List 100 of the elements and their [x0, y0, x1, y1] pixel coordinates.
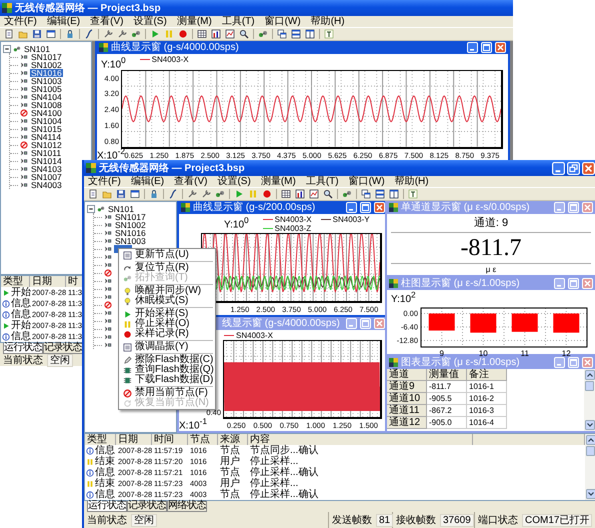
network-icon[interactable] [215, 189, 225, 199]
wrench-icon[interactable] [187, 189, 197, 199]
tree-item[interactable]: SN101 [107, 205, 135, 213]
tree-item[interactable]: SN4104 [30, 93, 63, 101]
menu-item[interactable]: 微调晶振(Y) [135, 342, 188, 352]
tree-item[interactable]: SN1012 [30, 141, 63, 149]
minimize-button[interactable] [467, 42, 478, 53]
collapse-icon[interactable] [87, 205, 95, 213]
collapse-icon[interactable] [3, 45, 11, 53]
menu-item[interactable]: 设置(S) [133, 16, 167, 27]
scroll-down-button[interactable] [586, 489, 595, 499]
tree-item[interactable]: SN1002 [114, 221, 147, 229]
menu-item[interactable]: 设置(S) [217, 176, 251, 187]
record-icon[interactable] [178, 29, 188, 39]
tree-item[interactable]: SN1003 [114, 237, 147, 245]
table-icon[interactable] [281, 189, 291, 199]
close-button[interactable] [582, 162, 595, 174]
scroll-up-button[interactable] [584, 370, 594, 380]
tree-item[interactable]: SN1015 [30, 125, 63, 133]
close-button[interactable] [495, 42, 506, 53]
menu-item[interactable]: 窗口(W) [264, 16, 301, 27]
menu-item[interactable]: 测量(M) [176, 16, 212, 27]
scrollbar-thumb[interactable] [586, 446, 595, 456]
record-icon[interactable] [262, 189, 272, 199]
tree-item[interactable]: SN1016 [114, 229, 147, 237]
maximize-button[interactable] [360, 202, 371, 213]
menu-item[interactable]: 停止采样(O) [135, 319, 190, 329]
tree-item[interactable]: SN4103 [30, 165, 63, 173]
lock-icon[interactable] [149, 189, 159, 199]
scroll-down-button[interactable] [584, 420, 594, 430]
scrollbar-thumb[interactable] [585, 381, 594, 391]
menu-item[interactable]: 工具(T) [222, 16, 255, 27]
menu-item[interactable]: 帮助(H) [310, 16, 345, 27]
horizontal-tile-icon[interactable] [291, 29, 301, 39]
menu-item[interactable]: 窗口(W) [348, 176, 385, 187]
minimize-button[interactable] [346, 202, 357, 213]
maximize-button[interactable] [481, 42, 492, 53]
restore-button[interactable] [567, 162, 580, 174]
menu-item[interactable]: 测量(M) [260, 176, 296, 187]
line-chart-icon[interactable] [309, 189, 319, 199]
tab[interactable]: 网络状态 [167, 501, 207, 512]
menu-item[interactable]: 休眠模式(S) [135, 296, 188, 306]
wrench-icon[interactable] [103, 29, 113, 39]
vertical-tile-icon[interactable] [389, 189, 399, 199]
minimize-button[interactable] [552, 162, 565, 174]
document-icon[interactable] [88, 189, 98, 199]
menu-item[interactable]: 更新节点(U) [135, 250, 189, 260]
tree-item[interactable]: SN4100 [30, 109, 63, 117]
menu-item[interactable]: 查询Flash数据(Q) [135, 365, 214, 375]
close-button[interactable] [374, 202, 385, 213]
menu-item[interactable]: 禁用当前节点(F) [135, 388, 208, 398]
tree-item[interactable]: SN4003 [30, 181, 63, 189]
menu-item[interactable]: 查看(V) [174, 176, 208, 187]
menu-item[interactable]: 查看(V) [90, 16, 124, 27]
scrollbar[interactable] [584, 369, 595, 431]
wrench-icon[interactable] [201, 189, 211, 199]
cascade-icon[interactable] [277, 29, 287, 39]
window-icon[interactable] [130, 189, 140, 199]
tab[interactable]: 运行状态 [87, 501, 127, 512]
tree-item[interactable]: SN1005 [30, 85, 63, 93]
cascade-icon[interactable] [361, 189, 371, 199]
network-icon[interactable] [258, 29, 268, 39]
text-tool-icon[interactable] [324, 29, 334, 39]
menu-item[interactable]: 擦除Flash数据(C) [135, 355, 214, 365]
window-icon[interactable] [46, 29, 56, 39]
tree-item[interactable]: SN1003 [30, 77, 63, 85]
menu-item[interactable]: 文件(F) [4, 16, 37, 27]
vertical-tile-icon[interactable] [305, 29, 315, 39]
wrench-icon[interactable] [117, 29, 127, 39]
tab[interactable]: 记录状态 [127, 501, 167, 512]
tree-item[interactable]: SN1004 [30, 117, 63, 125]
lock-icon[interactable] [65, 29, 75, 39]
document-icon[interactable] [4, 29, 14, 39]
menu-item[interactable]: 唤醒并同步(W) [135, 286, 202, 296]
scroll-up-button[interactable] [586, 435, 595, 445]
menu-item[interactable]: 下载Flash数据(D) [135, 375, 214, 385]
network-icon[interactable] [342, 189, 352, 199]
text-tool-icon[interactable] [408, 189, 418, 199]
bar-chart-icon[interactable] [211, 29, 221, 39]
curve-icon[interactable] [168, 189, 178, 199]
search-icon[interactable] [239, 29, 249, 39]
menu-item[interactable]: 文件(F) [88, 176, 121, 187]
menu-item[interactable]: 编辑(E) [46, 16, 80, 27]
tree-item[interactable]: SN1008 [30, 101, 63, 109]
tab[interactable]: 运行状态 [3, 343, 43, 354]
tree-item[interactable]: SN1011 [30, 149, 62, 157]
tree-item[interactable]: SN1016 [30, 69, 63, 77]
tree-item[interactable]: SN1002 [30, 61, 63, 69]
network-icon[interactable] [131, 29, 141, 39]
bar-chart-icon[interactable] [295, 189, 305, 199]
scrollbar[interactable] [585, 434, 595, 500]
tree-item[interactable]: SN1017 [114, 213, 147, 221]
menu-item[interactable]: 采样记录(R) [135, 329, 189, 339]
menu-item[interactable]: 编辑(E) [130, 176, 164, 187]
line-chart-icon[interactable] [225, 29, 235, 39]
menu-item[interactable]: 开始采样(S) [135, 309, 188, 319]
curve-icon[interactable] [84, 29, 94, 39]
tree-item[interactable]: SN101 [23, 45, 51, 53]
table-icon[interactable] [197, 29, 207, 39]
search-icon[interactable] [323, 189, 333, 199]
